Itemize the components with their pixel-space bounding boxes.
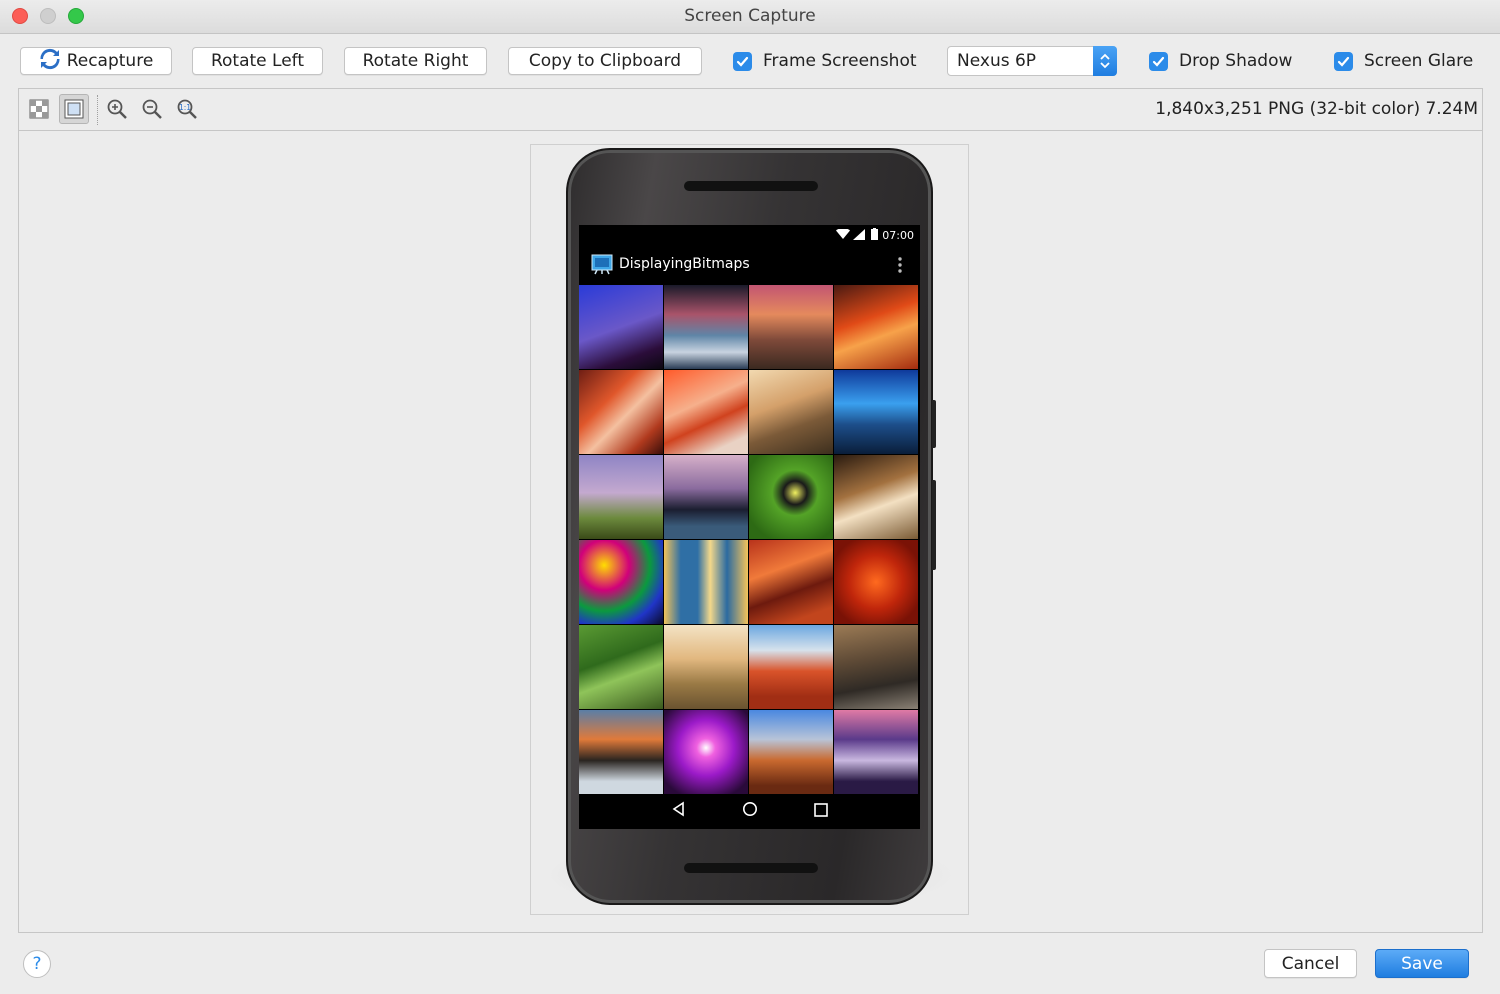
- photo-thumbnail: [579, 540, 663, 624]
- image-info: 1,840x3,251 PNG (32-bit color) 7.24M: [1155, 99, 1478, 119]
- preview-panel: 1:1 1,840x3,251 PNG (32-bit color) 7.24M: [18, 88, 1483, 933]
- frame-screenshot-label: Frame Screenshot: [763, 51, 917, 71]
- photo-thumbnail: [749, 455, 833, 539]
- photo-thumbnail: [834, 285, 918, 369]
- device-select-value: Nexus 6P: [957, 51, 1037, 71]
- device-screen: 07:00 DisplayingBitmaps: [579, 225, 920, 829]
- rotate-right-button[interactable]: Rotate Right: [344, 47, 487, 75]
- photo-thumbnail: [579, 285, 663, 369]
- drop-shadow-checkbox[interactable]: Drop Shadow: [1149, 50, 1292, 72]
- app-icon: [591, 253, 613, 279]
- photo-thumbnail: [664, 625, 748, 709]
- select-arrows-icon: [1093, 46, 1117, 76]
- photo-thumbnail: [664, 285, 748, 369]
- photo-thumbnail: [664, 370, 748, 454]
- drop-shadow-label: Drop Shadow: [1179, 51, 1293, 71]
- bottom-speaker: [684, 863, 818, 873]
- save-button[interactable]: Save: [1375, 949, 1469, 978]
- rotate-left-button[interactable]: Rotate Left: [192, 47, 323, 75]
- svg-text:1:1: 1:1: [179, 103, 191, 112]
- device-select[interactable]: Nexus 6P: [947, 46, 1117, 76]
- battery-icon: [871, 228, 878, 243]
- top-speaker: [684, 181, 818, 191]
- photo-thumbnail: [749, 540, 833, 624]
- back-icon: [671, 801, 687, 821]
- screenshot-preview: 07:00 DisplayingBitmaps: [530, 144, 969, 915]
- cancel-button[interactable]: Cancel: [1264, 949, 1357, 978]
- photo-grid: [579, 285, 920, 794]
- recapture-button[interactable]: Recapture: [20, 47, 172, 75]
- recapture-label: Recapture: [66, 51, 154, 71]
- overflow-menu-icon: [898, 257, 902, 277]
- photo-thumbnail: [749, 625, 833, 709]
- photo-thumbnail: [834, 370, 918, 454]
- photo-thumbnail: [579, 370, 663, 454]
- zoom-actual-size-icon[interactable]: 1:1: [172, 94, 202, 124]
- checkmark-icon: [733, 51, 752, 71]
- photo-thumbnail: [579, 710, 663, 794]
- frame-screenshot-checkbox[interactable]: Frame Screenshot: [733, 50, 917, 72]
- frame-view-icon[interactable]: [59, 94, 89, 124]
- help-button[interactable]: ?: [23, 950, 51, 978]
- photo-thumbnail: [664, 455, 748, 539]
- home-icon: [742, 801, 758, 821]
- signal-icon: [853, 229, 865, 243]
- photo-thumbnail: [834, 625, 918, 709]
- photo-thumbnail: [664, 540, 748, 624]
- screen-glare-label: Screen Glare: [1364, 51, 1474, 71]
- status-bar: 07:00: [579, 225, 920, 245]
- photo-thumbnail: [664, 710, 748, 794]
- checkerboard-icon[interactable]: [24, 94, 54, 124]
- refresh-icon: [39, 48, 61, 75]
- photo-thumbnail: [579, 455, 663, 539]
- photo-thumbnail: [749, 710, 833, 794]
- title-bar: Screen Capture: [0, 0, 1500, 34]
- device-frame: 07:00 DisplayingBitmaps: [566, 148, 936, 905]
- copy-to-clipboard-button[interactable]: Copy to Clipboard: [508, 47, 702, 75]
- photo-thumbnail: [834, 540, 918, 624]
- app-bar: DisplayingBitmaps: [579, 245, 920, 285]
- screen-glare-checkbox[interactable]: Screen Glare: [1334, 50, 1473, 72]
- toolbar-separator: [97, 95, 98, 125]
- zoom-out-icon[interactable]: [137, 94, 167, 124]
- checkmark-icon: [1149, 51, 1168, 71]
- photo-thumbnail: [834, 455, 918, 539]
- photo-thumbnail: [579, 625, 663, 709]
- photo-thumbnail: [834, 710, 918, 794]
- photo-thumbnail: [749, 370, 833, 454]
- app-title: DisplayingBitmaps: [619, 256, 750, 272]
- photo-thumbnail: [749, 285, 833, 369]
- recents-icon: [814, 802, 828, 821]
- volume-button: [932, 480, 936, 570]
- view-toolbar: 1:1 1,840x3,251 PNG (32-bit color) 7.24M: [19, 89, 1482, 131]
- nav-bar: [579, 793, 920, 829]
- window-title: Screen Capture: [684, 6, 816, 26]
- power-button: [932, 400, 936, 448]
- status-time: 07:00: [882, 229, 914, 242]
- wifi-icon: [836, 227, 850, 243]
- checkmark-icon: [1334, 51, 1353, 71]
- zoom-in-icon[interactable]: [102, 94, 132, 124]
